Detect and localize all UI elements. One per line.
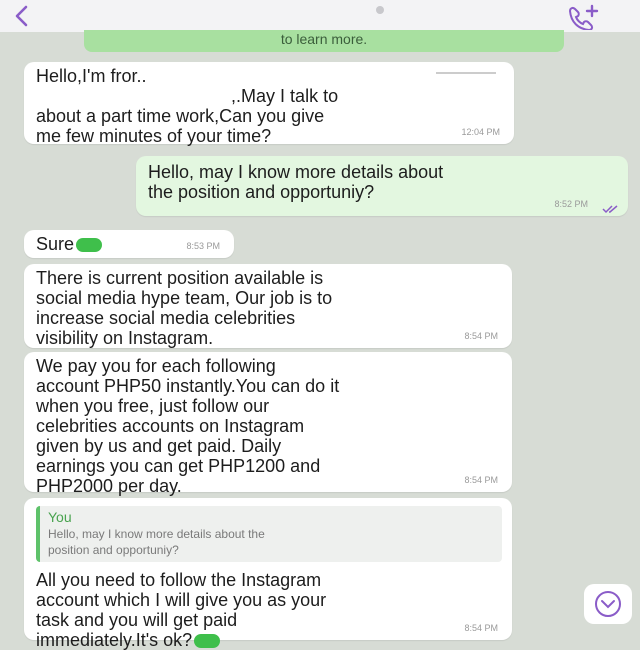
incoming-message[interactable]: Sure 8:53 PM <box>24 230 234 258</box>
quoted-reply[interactable]: You Hello, may I know more details about… <box>36 506 502 562</box>
incoming-message[interactable]: You Hello, may I know more details about… <box>24 498 512 650</box>
chevron-down-icon <box>595 591 621 617</box>
header-indicator <box>376 6 384 14</box>
chat-header <box>0 0 640 32</box>
redaction-mark <box>436 72 496 74</box>
outgoing-message[interactable]: Hello, may I know more details about the… <box>136 156 628 216</box>
message-time: 8:53 PM <box>186 241 220 251</box>
message-time: 8:54 PM <box>464 623 498 633</box>
message-text: We pay you for each following account PH… <box>36 356 340 496</box>
incoming-message[interactable]: Hello,I'm fror.. ,.May I talk to about a… <box>24 62 514 146</box>
video-call-icon[interactable] <box>564 2 604 30</box>
message-text: Hello,I'm fror.. ,.May I talk to about a… <box>36 66 339 146</box>
message-time: 12:04 PM <box>461 127 500 137</box>
incoming-message[interactable]: There is current position available is s… <box>24 264 512 348</box>
incoming-message[interactable]: We pay you for each following account PH… <box>24 352 512 496</box>
message-time: 8:52 PM <box>554 199 588 209</box>
info-banner[interactable]: to learn more. <box>84 30 564 52</box>
banner-text: to learn more. <box>280 31 368 47</box>
read-receipt-icon <box>602 205 618 214</box>
scroll-down-button[interactable] <box>584 584 632 624</box>
message-text: There is current position available is s… <box>36 268 333 348</box>
message-time: 8:54 PM <box>464 331 498 341</box>
quoted-author: You <box>48 509 72 525</box>
emoji-icon <box>76 238 103 253</box>
message-text: All you need to follow the Instagram acc… <box>36 570 327 650</box>
emoji-icon <box>194 634 221 649</box>
message-time: 8:54 PM <box>464 475 498 485</box>
chevron-left-icon[interactable] <box>10 4 34 28</box>
message-text: Sure <box>36 234 75 254</box>
quoted-text: Hello, may I know more details about the… <box>48 527 265 557</box>
message-text: Hello, may I know more details about the… <box>148 162 444 202</box>
